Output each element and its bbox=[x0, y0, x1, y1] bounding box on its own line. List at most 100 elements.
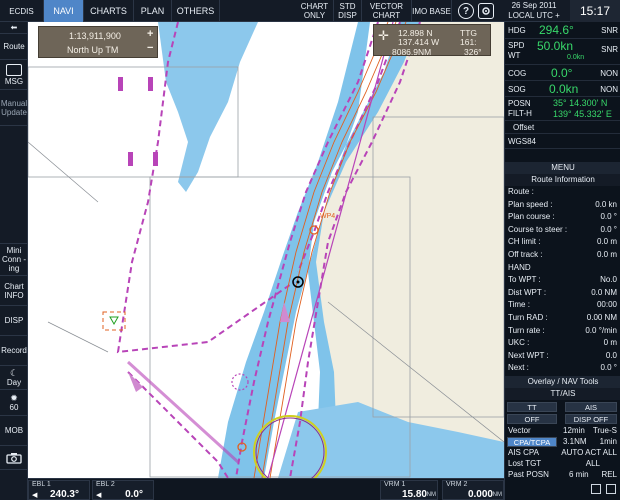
tt-ais-header[interactable]: TT/AIS bbox=[505, 388, 620, 400]
disp-label: DISP bbox=[4, 316, 24, 325]
overlay-header[interactable]: Overlay / NAV Tools bbox=[505, 376, 620, 388]
past-posn-mode[interactable]: REL bbox=[601, 470, 617, 479]
vrm2-value: 0.000 bbox=[467, 489, 493, 500]
route-info-value: 0 m bbox=[603, 338, 617, 348]
position-lat: 35° 14.300' N bbox=[553, 98, 608, 108]
manual-update-label: Manual Update bbox=[0, 98, 28, 117]
mob-button[interactable]: MOB bbox=[0, 416, 28, 446]
msg-button[interactable]: MSG bbox=[0, 60, 28, 90]
help-icon[interactable]: ? bbox=[458, 3, 474, 19]
chart-only-button[interactable]: CHART ONLY bbox=[296, 0, 334, 22]
route-info-value: 0.0 NM bbox=[591, 287, 617, 297]
left-spacer bbox=[0, 126, 28, 244]
route-info-key: HAND bbox=[508, 262, 531, 272]
route-button[interactable]: Route bbox=[0, 34, 28, 60]
vrm2-control[interactable]: VRM 2 0.000 NM bbox=[442, 480, 504, 500]
vector-chart-button[interactable]: VECTOR CHART bbox=[362, 0, 412, 22]
ais-button[interactable]: AIS bbox=[565, 402, 617, 412]
cog-source[interactable]: NON bbox=[600, 69, 618, 78]
tab-others[interactable]: OTHERS bbox=[172, 0, 220, 22]
std-disp-button[interactable]: STD DISP bbox=[334, 0, 362, 22]
route-info-value: 0.0 kn bbox=[595, 199, 617, 209]
sog-source[interactable]: NON bbox=[600, 85, 618, 94]
route-info-key: To WPT : bbox=[508, 275, 541, 285]
chart-canvas[interactable]: WP4 bbox=[28, 22, 504, 478]
ebl2-control[interactable]: EBL 2 ◀ 0.0° bbox=[92, 480, 154, 500]
disp-button[interactable]: DISP bbox=[0, 306, 28, 336]
route-info-value: 0.0 m bbox=[596, 250, 617, 259]
ais-disp-off-button[interactable]: DISP OFF bbox=[565, 414, 617, 424]
day-night-button[interactable]: ☾ Day bbox=[0, 366, 28, 390]
mini-conning-button[interactable]: Mini Conn -ing bbox=[0, 244, 28, 276]
record-button[interactable]: Record bbox=[0, 336, 28, 366]
route-info-key: Off track : bbox=[508, 250, 543, 259]
cursor-bearing: 326° bbox=[464, 47, 482, 57]
trash-icon[interactable] bbox=[606, 484, 616, 494]
datum-label: WGS84 bbox=[508, 137, 537, 146]
chart-info-label: Chart INFO bbox=[4, 281, 24, 300]
zoom-out-button[interactable]: − bbox=[147, 42, 153, 54]
auto-act-all[interactable]: AUTO ACT ALL bbox=[561, 448, 617, 457]
keyboard-icon[interactable] bbox=[591, 484, 601, 494]
ebl2-arrow-icon: ◀ bbox=[96, 492, 102, 499]
route-info-header[interactable]: Route Information bbox=[505, 174, 620, 186]
offset-row[interactable]: Offset bbox=[505, 121, 620, 134]
tab-plan[interactable]: PLAN bbox=[134, 0, 172, 22]
route-info-value: No.0 bbox=[600, 275, 617, 285]
chart-scale: 1:13,911,900 bbox=[69, 31, 121, 41]
route-info-value: 0.0 °/min bbox=[585, 325, 617, 335]
route-info-value: 00:00 bbox=[596, 300, 617, 310]
vector-time[interactable]: 12min bbox=[563, 426, 585, 435]
clock-display: 15:17 bbox=[570, 0, 620, 22]
brightness-value: 60 bbox=[9, 402, 19, 412]
ais-cpa-label: AIS CPA bbox=[508, 448, 539, 457]
vrm2-unit: NM bbox=[492, 492, 502, 498]
orientation-mode[interactable]: North Up TM bbox=[67, 45, 118, 55]
past-posn-time[interactable]: 6 min bbox=[569, 470, 589, 479]
lost-tgt-value[interactable]: ALL bbox=[586, 459, 600, 468]
tt-button[interactable]: TT bbox=[507, 402, 557, 412]
vrm1-label: VRM 1 bbox=[384, 481, 406, 488]
buoy-1 bbox=[118, 77, 123, 91]
zoom-in-button[interactable]: + bbox=[147, 28, 153, 40]
ttg-value: 161: bbox=[460, 37, 477, 47]
envelope-icon bbox=[6, 63, 22, 76]
cpa-tcpa-button[interactable]: CPA/TCPA bbox=[507, 437, 557, 447]
chart-info-button[interactable]: Chart INFO bbox=[0, 276, 28, 306]
route-info-key: UKC : bbox=[508, 338, 530, 348]
menu-header[interactable]: MENU bbox=[505, 162, 620, 174]
route-info-key: Time : bbox=[508, 300, 530, 310]
right-info-panel: HDG 294.6° SNR SPD WT 50.0kn 0.0kn SNR C… bbox=[504, 22, 620, 500]
vrm1-control[interactable]: VRM 1 15.80 NM bbox=[380, 480, 438, 500]
route-info-value: 0.00 NM bbox=[586, 313, 617, 322]
mini-conning-label: Mini Conn -ing bbox=[1, 246, 26, 273]
hdg-source[interactable]: SNR bbox=[601, 26, 618, 35]
posn-label: POSN bbox=[508, 99, 531, 108]
spd-label: SPD bbox=[508, 41, 525, 50]
buoy-3 bbox=[128, 152, 133, 166]
settings-gear-icon[interactable] bbox=[478, 3, 494, 19]
buoy-2 bbox=[148, 77, 153, 91]
ebl1-label: EBL 1 bbox=[32, 481, 51, 488]
manual-update-button[interactable]: Manual Update bbox=[0, 90, 28, 126]
vector-mode[interactable]: True-S bbox=[593, 426, 617, 435]
brightness-button[interactable]: ✹ 60 bbox=[0, 390, 28, 416]
imo-base-button[interactable]: IMO BASE bbox=[412, 0, 452, 22]
camera-button[interactable] bbox=[0, 446, 28, 470]
lost-tgt-label: Lost TGT bbox=[508, 459, 542, 468]
sog-row: SOG 0.0kn NON bbox=[505, 81, 620, 97]
route-info-value: 0.0 bbox=[605, 350, 617, 360]
ebl1-arrow-icon: ◀ bbox=[32, 492, 38, 499]
cog-value: 0.0° bbox=[551, 66, 573, 80]
ebl1-control[interactable]: EBL 1 ◀ 240.3° bbox=[28, 480, 90, 500]
left-toolbar: ⬅ Route MSG Manual Update Mini Conn -ing… bbox=[0, 22, 28, 500]
route-info-key: Route : bbox=[508, 187, 534, 196]
buoy-4 bbox=[153, 152, 158, 166]
route-info-value: 0.0 ° bbox=[600, 224, 617, 234]
tt-off-button[interactable]: OFF bbox=[507, 414, 557, 424]
tab-navi[interactable]: NAVI bbox=[44, 0, 84, 22]
electronic-chart-display[interactable]: WP4 1:13,911,900 North Up TM + − ✛ 12.89… bbox=[28, 22, 504, 478]
back-arrow-icon[interactable]: ⬅ bbox=[0, 22, 28, 34]
tab-charts[interactable]: CHARTS bbox=[84, 0, 134, 22]
spd-source[interactable]: SNR bbox=[601, 45, 618, 54]
